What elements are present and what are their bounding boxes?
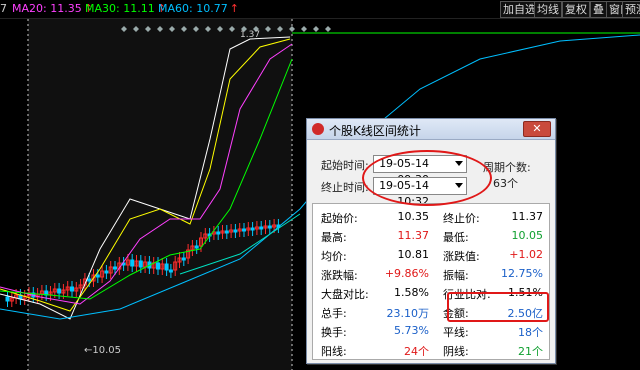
stat-value: 10.35 bbox=[397, 210, 430, 223]
stat-label: 终止价: bbox=[443, 212, 480, 225]
candle-body bbox=[87, 278, 92, 282]
stat-label: 均价: bbox=[321, 250, 347, 263]
candle-body bbox=[57, 288, 62, 294]
candle-body bbox=[181, 257, 186, 261]
stat-value: 12.75% bbox=[501, 267, 543, 280]
candle-body bbox=[168, 269, 173, 273]
stat-value: 18个 bbox=[518, 326, 543, 339]
stat-label: 最高: bbox=[321, 231, 347, 244]
stat-value: +9.86% bbox=[384, 267, 429, 280]
candle-body bbox=[70, 286, 74, 292]
overlay-button[interactable]: 叠 bbox=[590, 1, 607, 18]
candle-body bbox=[95, 274, 100, 278]
stat-value: 11.37 bbox=[511, 210, 544, 223]
stat-value: 10.05 bbox=[511, 229, 544, 242]
adjust-button[interactable]: 复权 bbox=[562, 1, 590, 18]
stat-label: 阳线: bbox=[321, 345, 347, 358]
stat-label: 涨跌幅: bbox=[321, 269, 358, 282]
dialog-title: 个股K线区间统计 bbox=[329, 124, 421, 138]
candle-body bbox=[259, 226, 264, 230]
candle-body bbox=[164, 263, 169, 271]
stats-panel: 起始价: 10.35 最高: 11.37 均价: 10.81 涨跌幅: +9.86% 大盘对比:… bbox=[312, 203, 550, 360]
ma20-label: MA20: 11.35 ↑ bbox=[12, 2, 93, 15]
amount-highlight bbox=[447, 292, 549, 322]
candle-body bbox=[267, 225, 272, 229]
candle-body bbox=[104, 270, 109, 274]
low-price-label: ←10.05 bbox=[84, 345, 122, 356]
high-price-label: 1.37 bbox=[240, 30, 260, 40]
stat-value: 21个 bbox=[518, 345, 543, 358]
stat-value: 5.73% bbox=[394, 324, 429, 337]
stat-label: 最低: bbox=[443, 231, 469, 244]
candle-body bbox=[224, 230, 229, 234]
stat-label: 换手: bbox=[321, 326, 347, 339]
event-marker-icon bbox=[301, 26, 307, 32]
forecast-button[interactable]: 预测 bbox=[622, 1, 640, 18]
ma60-label: MA60: 10.77 ↑ bbox=[158, 2, 239, 15]
candle-body bbox=[138, 260, 143, 268]
ma-prefix: 7 bbox=[0, 2, 7, 15]
stat-value: 23.10万 bbox=[386, 307, 430, 320]
stat-value: 10.81 bbox=[397, 248, 430, 261]
candle-body bbox=[242, 228, 246, 232]
stat-label: 涨跌值: bbox=[443, 250, 480, 263]
stat-label: 大盘对比: bbox=[321, 288, 369, 301]
app-logo-icon bbox=[312, 123, 324, 135]
stat-label: 起始价: bbox=[321, 212, 358, 225]
close-button[interactable]: ✕ bbox=[523, 121, 551, 137]
event-marker-icon bbox=[325, 26, 331, 32]
stat-label: 阴线: bbox=[443, 345, 469, 358]
period-count-value: 63个 bbox=[493, 177, 518, 190]
candle-body bbox=[130, 259, 135, 267]
candle-body bbox=[233, 229, 238, 233]
dialog-titlebar[interactable]: 个股K线区间统计 ✕ bbox=[307, 119, 555, 140]
ma30-label: MA30: 11.11 ↑ bbox=[85, 2, 166, 15]
candle-body bbox=[113, 266, 117, 270]
candle-body bbox=[216, 231, 221, 235]
stat-value: 11.37 bbox=[397, 229, 430, 242]
indicator-bar: 7 MA20: 11.35 ↑ MA30: 11.11 ↑ MA60: 10.77 ↑… bbox=[0, 0, 640, 19]
stat-value: 24个 bbox=[404, 345, 429, 358]
stat-value: +1.02 bbox=[509, 248, 543, 261]
candle-body bbox=[156, 262, 160, 270]
stat-value: 1.58% bbox=[394, 286, 429, 299]
time-range-highlight bbox=[362, 150, 492, 206]
candle-body bbox=[5, 296, 10, 302]
candle-body bbox=[194, 245, 199, 249]
start-time-label: 起始时间: bbox=[321, 159, 369, 172]
stat-label: 总手: bbox=[321, 307, 347, 320]
stat-label: 振幅: bbox=[443, 269, 469, 282]
event-marker-icon bbox=[313, 26, 319, 32]
moving-average-button[interactable]: 均线 bbox=[534, 1, 562, 18]
stat-label: 平线: bbox=[443, 326, 469, 339]
candle-body bbox=[250, 227, 255, 231]
